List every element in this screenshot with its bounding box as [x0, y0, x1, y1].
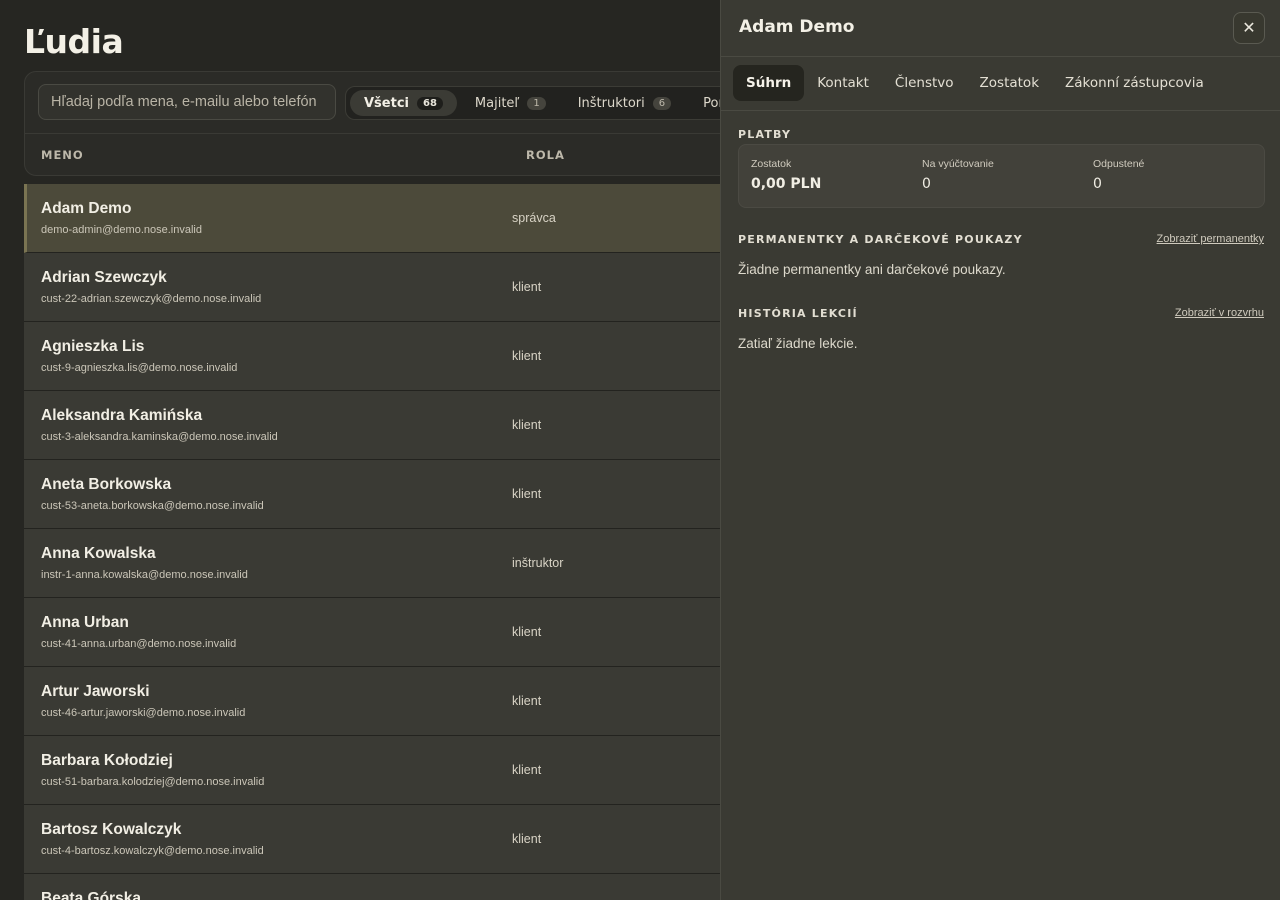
view-schedule-link[interactable]: Zobraziť v rozvrhu [1175, 307, 1264, 319]
person-role: klient [512, 280, 542, 294]
table-row[interactable]: Agnieszka Lis cust-9-agnieszka.lis@demo.n… [24, 322, 724, 391]
person-detail-panel: Adam Demo ✕ Súhrn Kontakt Členstvo Zosta… [720, 0, 1280, 900]
table-row[interactable]: Bartosz Kowalczyk cust-4-bartosz.kowalczy… [24, 805, 724, 874]
filter-count: 1 [527, 96, 546, 110]
panel-tabs: Súhrn Kontakt Členstvo Zostatok Zákonní … [733, 65, 1217, 101]
person-role: klient [512, 694, 542, 708]
panel-divider [721, 110, 1280, 111]
stat-value: 0 [922, 176, 931, 192]
person-email: cust-22-adrian.szewczyk@demo.nose.invali… [41, 293, 262, 305]
tab-contact[interactable]: Kontakt [804, 65, 882, 101]
payments-summary: Zostatok 0,00 PLN Na vyúčtovanie 0 Odpus… [738, 144, 1265, 208]
table-row[interactable]: Adam Demo demo-admin@demo.nose.invalid spr… [24, 184, 724, 253]
person-email: demo-admin@demo.nose.invalid [41, 224, 202, 236]
filter-count: 6 [652, 96, 672, 110]
stat-to-settle: Na vyúčtovanie 0 [922, 158, 994, 192]
person-name: Anna Urban [41, 614, 129, 631]
passes-empty-text: Žiadne permanentky ani darčekové poukazy… [738, 262, 1006, 277]
person-email: instr-1-anna.kowalska@demo.nose.invalid [41, 569, 248, 581]
table-row[interactable]: Adrian Szewczyk cust-22-adrian.szewczyk@d… [24, 253, 724, 322]
person-email: cust-41-anna.urban@demo.nose.invalid [41, 638, 237, 650]
filter-label: Inštruktori [577, 95, 645, 111]
search-input[interactable] [38, 84, 336, 120]
person-email: cust-53-aneta.borkowska@demo.nose.invali… [41, 500, 264, 512]
table-row[interactable]: Artur Jaworski cust-46-artur.jaworski@dem… [24, 667, 724, 736]
filter-all[interactable]: Všetci 68 [350, 90, 457, 116]
person-name: Adrian Szewczyk [41, 269, 167, 286]
person-role: klient [512, 763, 542, 777]
panel-title: Adam Demo [739, 17, 855, 37]
stat-value: 0 [1093, 176, 1102, 192]
filter-instructors[interactable]: Inštruktori 6 [564, 90, 685, 116]
people-list: Adam Demo demo-admin@demo.nose.invalid spr… [24, 184, 724, 900]
close-icon: ✕ [1242, 18, 1256, 37]
lesson-history-title: HISTÓRIA LEKCIÍ [738, 307, 858, 320]
person-email: cust-51-barbara.kolodziej@demo.nose.inva… [41, 776, 265, 788]
header-divider [25, 133, 743, 134]
filter-label: Majiteľ [474, 95, 520, 111]
panel-divider [721, 56, 1280, 57]
person-name: Barbara Kołodziej [41, 752, 173, 769]
table-row[interactable]: Beata Górska [24, 874, 724, 900]
column-header-role[interactable]: ROLA [526, 148, 565, 162]
tab-membership[interactable]: Členstvo [882, 65, 967, 101]
person-role: správca [512, 211, 556, 225]
page-title: Ľudia [24, 22, 124, 61]
person-name: Adam Demo [41, 200, 132, 217]
person-name: Beata Górska [41, 890, 141, 900]
person-role: klient [512, 832, 542, 846]
table-row[interactable]: Anna Kowalska instr-1-anna.kowalska@demo.… [24, 529, 724, 598]
role-filter-group: Všetci 68 Majiteľ 1 Inštruktori 6 Por [345, 86, 765, 120]
tab-balance[interactable]: Zostatok [967, 65, 1052, 101]
person-email: cust-46-artur.jaworski@demo.nose.invalid [41, 707, 246, 719]
person-role: klient [512, 487, 542, 501]
filter-label: Všetci [364, 95, 409, 111]
list-toolbar: Všetci 68 Majiteľ 1 Inštruktori 6 Por ME… [24, 71, 765, 176]
person-role: klient [512, 349, 542, 363]
person-name: Agnieszka Lis [41, 338, 145, 355]
stat-label: Na vyúčtovanie [922, 158, 994, 170]
person-email: cust-9-agnieszka.lis@demo.nose.invalid [41, 362, 238, 374]
person-role: inštruktor [512, 556, 564, 570]
table-row[interactable]: Aneta Borkowska cust-53-aneta.borkowska@d… [24, 460, 724, 529]
tab-summary[interactable]: Súhrn [733, 65, 805, 101]
filter-count: 68 [417, 96, 443, 110]
person-name: Artur Jaworski [41, 683, 150, 700]
passes-title: PERMANENTKY A DARČEKOVÉ POUKAZY [738, 233, 1023, 246]
table-row[interactable]: Barbara Kołodziej cust-51-barbara.kolodzi… [24, 736, 724, 805]
person-email: cust-3-aleksandra.kaminska@demo.nose.inv… [41, 431, 278, 443]
person-name: Bartosz Kowalczyk [41, 821, 182, 838]
stat-label: Zostatok [751, 158, 792, 170]
person-name: Aneta Borkowska [41, 476, 172, 493]
stat-forgiven: Odpustené 0 [1093, 158, 1144, 192]
person-name: Aleksandra Kamińska [41, 407, 203, 424]
table-row[interactable]: Aleksandra Kamińska cust-3-aleksandra.kam… [24, 391, 724, 460]
person-role: klient [512, 625, 542, 639]
lesson-history-empty-text: Zatiaľ žiadne lekcie. [738, 336, 858, 351]
stat-value: 0,00 PLN [751, 176, 822, 192]
stat-label: Odpustené [1093, 158, 1145, 170]
table-row[interactable]: Anna Urban cust-41-anna.urban@demo.nose.i… [24, 598, 724, 667]
person-email: cust-4-bartosz.kowalczyk@demo.nose.inval… [41, 845, 264, 857]
tab-guardians[interactable]: Zákonní zástupcovia [1052, 65, 1217, 101]
payments-title: PLATBY [738, 128, 792, 141]
stat-balance: Zostatok 0,00 PLN [751, 158, 821, 192]
column-header-name[interactable]: MENO [41, 148, 84, 162]
filter-owner[interactable]: Majiteľ 1 [461, 90, 560, 116]
person-role: klient [512, 418, 542, 432]
view-passes-link[interactable]: Zobraziť permanentky [1157, 233, 1264, 245]
close-button[interactable]: ✕ [1233, 12, 1265, 44]
person-name: Anna Kowalska [41, 545, 156, 562]
